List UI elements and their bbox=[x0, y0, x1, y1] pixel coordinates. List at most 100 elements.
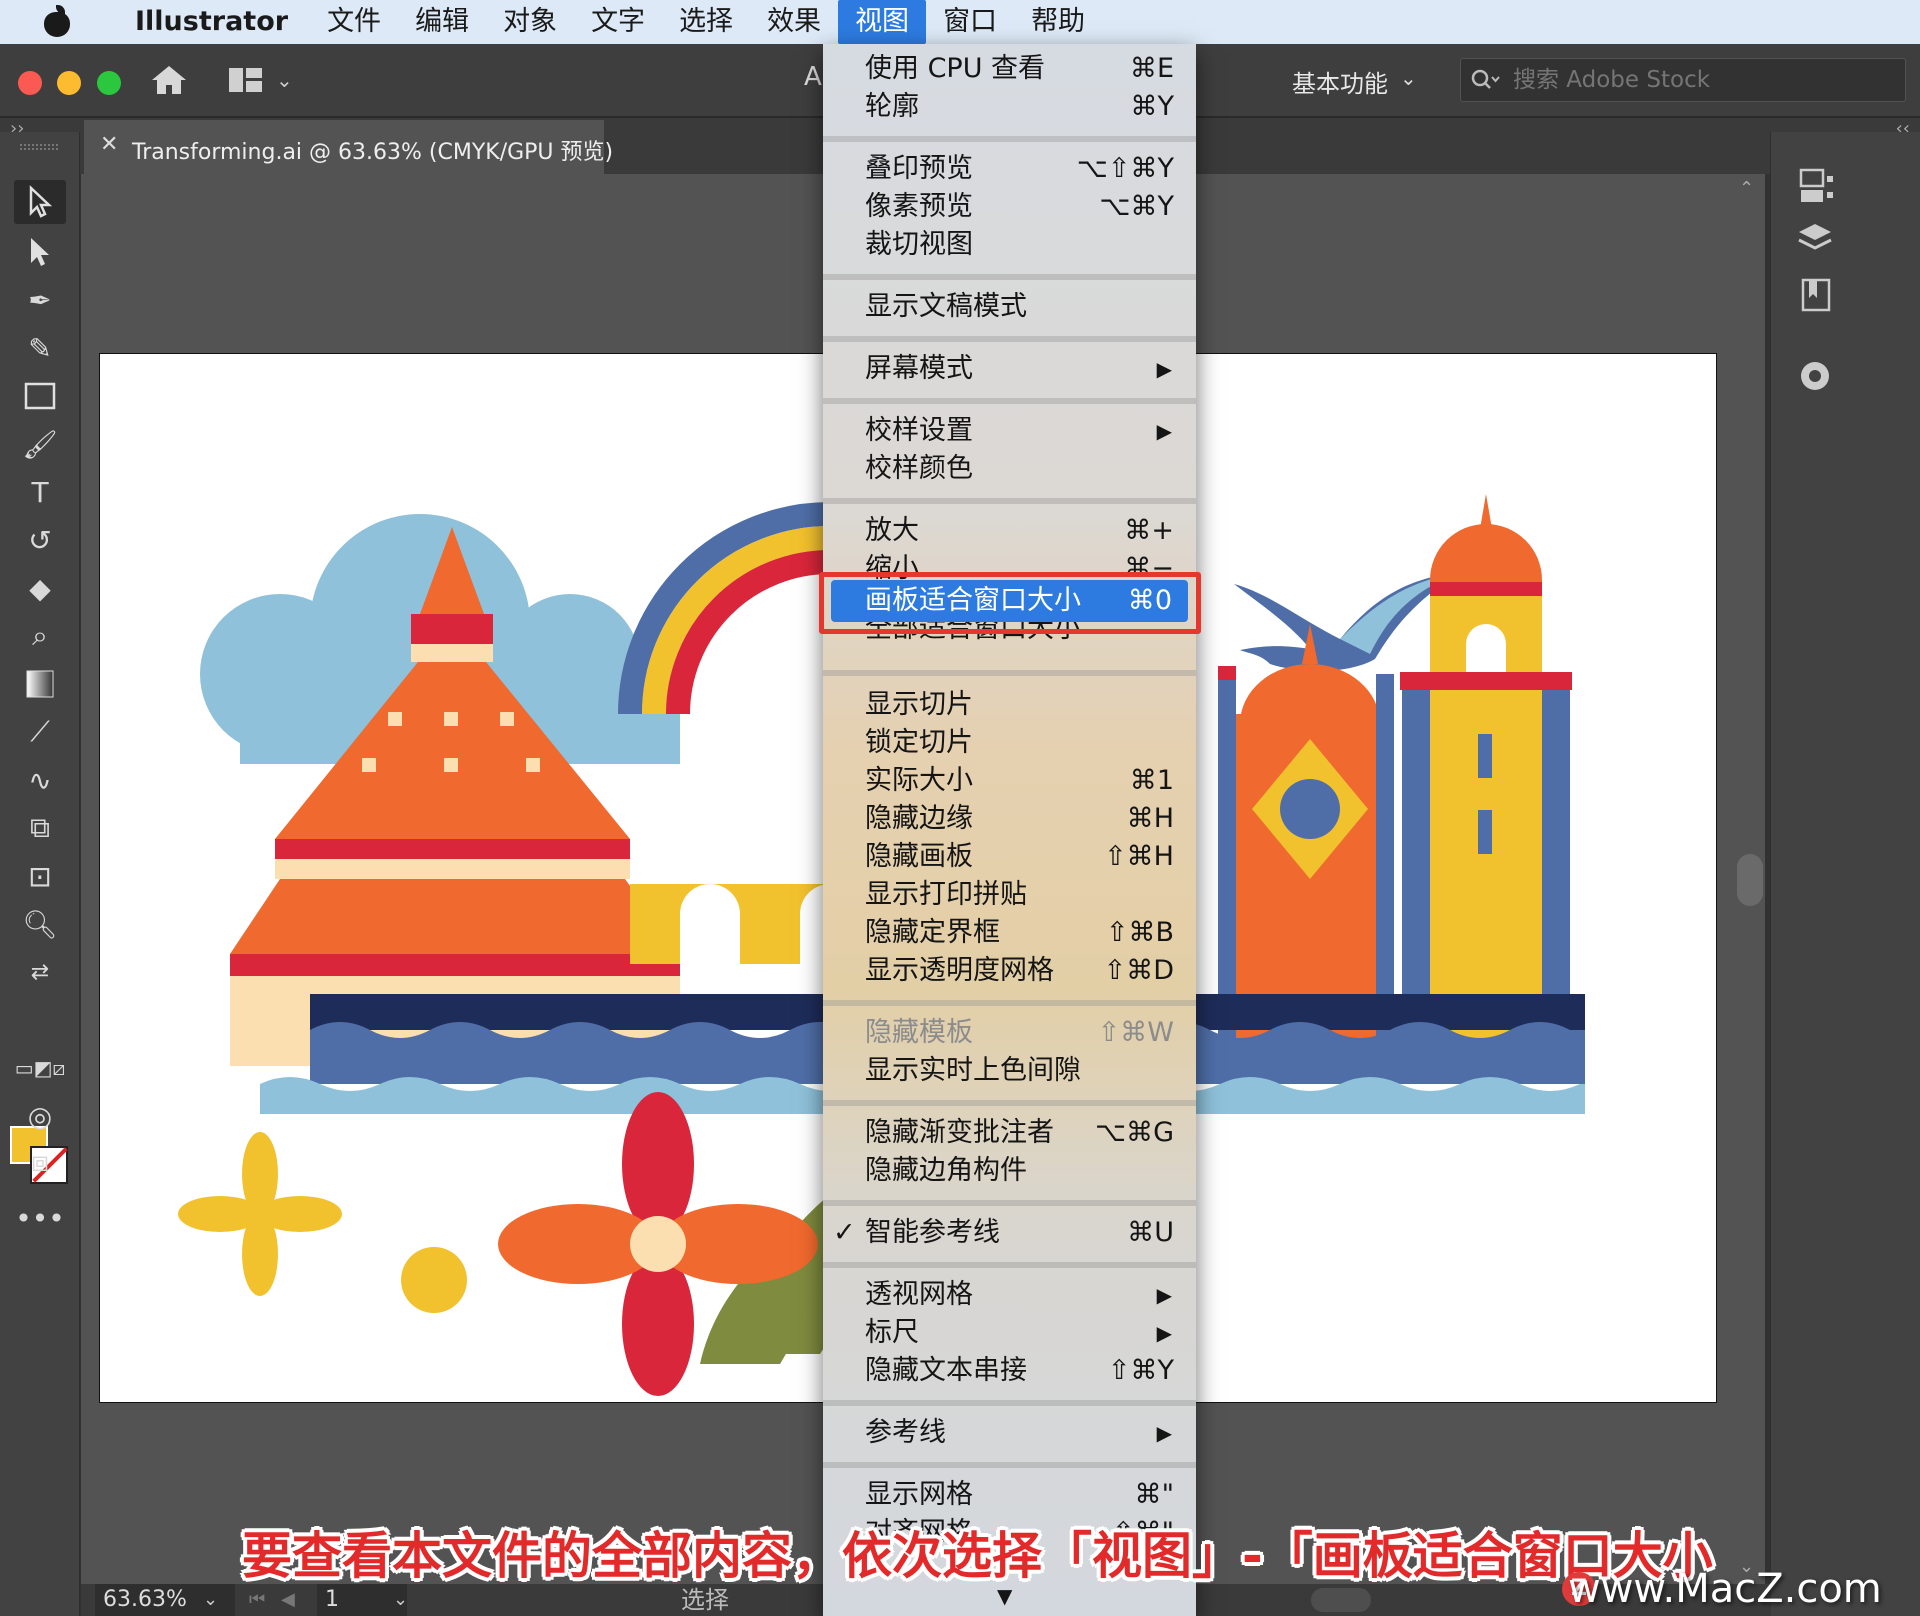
scroll-thumb[interactable] bbox=[1737, 854, 1763, 906]
rectangle-icon[interactable] bbox=[14, 374, 66, 418]
menu-item-hide-bounding-box[interactable]: 隐藏定界框 ⇧⌘B bbox=[823, 914, 1196, 952]
menu-item-outline[interactable]: 轮廓 ⌘Y bbox=[823, 88, 1196, 126]
curvature-icon[interactable]: ✎ bbox=[14, 326, 66, 370]
right-panel-dock bbox=[1770, 132, 1920, 1616]
menu-item-hide-corner-widget[interactable]: 隐藏边角构件 bbox=[823, 1152, 1196, 1190]
menu-item-screen-mode[interactable]: 屏幕模式 ▶ bbox=[823, 350, 1196, 388]
document-tab[interactable]: ✕ Transforming.ai @ 63.63% (CMYK/GPU 预览) bbox=[84, 120, 613, 174]
tutorial-caption: 要查看本文件的全部内容，依次选择「视图」-「画板适合窗口大小 bbox=[242, 1527, 1713, 1585]
menu-separator bbox=[823, 398, 1196, 404]
menu-item-trim-view[interactable]: 裁切视图 bbox=[823, 226, 1196, 264]
menu-type[interactable]: 文字 bbox=[574, 0, 662, 44]
home-icon[interactable] bbox=[150, 64, 188, 96]
menu-edit[interactable]: 编辑 bbox=[398, 0, 486, 44]
menu-item-show-grid[interactable]: 显示网格 ⌘" bbox=[823, 1476, 1196, 1514]
close-icon[interactable]: ✕ bbox=[100, 132, 118, 157]
menu-item-lock-slices[interactable]: 锁定切片 bbox=[823, 724, 1196, 762]
panel-grip[interactable] bbox=[20, 144, 58, 150]
menu-item-guides[interactable]: 参考线 ▶ bbox=[823, 1414, 1196, 1452]
direct-selection-icon[interactable] bbox=[14, 230, 66, 274]
chevron-down-icon[interactable]: ⌄ bbox=[1400, 66, 1417, 90]
menu-item-show-slices[interactable]: 显示切片 bbox=[823, 686, 1196, 724]
screen-mode-icon[interactable]: ⧈ bbox=[14, 1140, 66, 1184]
more-tools-icon[interactable]: ••• bbox=[14, 1196, 66, 1240]
artboard-icon[interactable]: ⊡ bbox=[14, 854, 66, 898]
vertical-scrollbar[interactable]: ⌃ ⌄ bbox=[1735, 174, 1765, 1584]
lasso-icon[interactable]: ⌕ bbox=[14, 614, 66, 658]
submenu-arrow-icon: ▶ bbox=[1156, 1321, 1172, 1345]
menu-item-rulers[interactable]: 标尺 ▶ bbox=[823, 1314, 1196, 1352]
menu-view[interactable]: 视图 bbox=[838, 0, 927, 44]
menu-separator bbox=[823, 274, 1196, 280]
menu-item-presentation-mode[interactable]: 显示文稿模式 bbox=[823, 288, 1196, 326]
menu-item-fit-artboard-in-window[interactable]: 画板适合窗口大小 ⌘0 bbox=[831, 580, 1188, 622]
color-guide-icon[interactable] bbox=[1785, 352, 1845, 400]
menu-item-hide-gradient-annotator[interactable]: 隐藏渐变批注者 ⌥⌘G bbox=[823, 1114, 1196, 1152]
menu-file[interactable]: 文件 bbox=[310, 0, 398, 44]
current-tool-label[interactable]: 选择 bbox=[681, 1584, 729, 1616]
search-input[interactable] bbox=[1513, 65, 1893, 95]
menu-item-show-transparency-grid[interactable]: 显示透明度网格 ⇧⌘D bbox=[823, 952, 1196, 990]
first-page-icon[interactable]: ⏮ bbox=[249, 1584, 265, 1616]
submenu-arrow-icon: ▶ bbox=[1156, 1283, 1172, 1307]
window-close-button[interactable] bbox=[18, 71, 42, 95]
menu-item-actual-size[interactable]: 实际大小 ⌘1 bbox=[823, 762, 1196, 800]
color-mode-icon[interactable]: ▭◩⧄ bbox=[14, 1046, 66, 1090]
menu-item-zoom-in[interactable]: 放大 ⌘+ bbox=[823, 512, 1196, 550]
horizontal-scroll-thumb[interactable] bbox=[1311, 1588, 1371, 1612]
menu-separator bbox=[823, 336, 1196, 342]
window-zoom-button[interactable] bbox=[97, 71, 121, 95]
rotate-icon[interactable]: ↺ bbox=[14, 518, 66, 562]
libraries-icon[interactable] bbox=[1785, 162, 1845, 210]
menu-window[interactable]: 窗口 bbox=[926, 0, 1014, 44]
menu-item-hide-text-threads[interactable]: 隐藏文本串接 ⇧⌘Y bbox=[823, 1352, 1196, 1390]
tools-panel: ✒ ✎ 🖌 T ↺ ◆ ⌕ ⟋ ∿ ⧉ ⊡ 🔍︎ ⇄ ▭◩⧄ ◎ ⧈ ••• bbox=[0, 132, 80, 1616]
gradient-icon[interactable] bbox=[14, 662, 66, 706]
pen-icon[interactable]: ✒ bbox=[14, 278, 66, 322]
workspace-switcher[interactable]: 基本功能 bbox=[1292, 64, 1388, 99]
eraser-icon[interactable]: ◆ bbox=[14, 566, 66, 610]
prev-page-icon[interactable]: ◀ bbox=[281, 1584, 295, 1616]
chevron-down-icon[interactable]: ⌄ bbox=[393, 1584, 408, 1616]
layout-icon[interactable] bbox=[228, 66, 264, 94]
layers-icon[interactable] bbox=[1785, 216, 1845, 264]
menu-separator bbox=[823, 1400, 1196, 1406]
type-icon[interactable]: T bbox=[14, 470, 66, 514]
menu-separator bbox=[823, 670, 1196, 676]
menu-help[interactable]: 帮助 bbox=[1014, 0, 1102, 44]
draw-mode-icon[interactable]: ◎ bbox=[14, 1094, 66, 1138]
zoom-icon[interactable]: 🔍︎ bbox=[14, 902, 66, 946]
menu-select[interactable]: 选择 bbox=[662, 0, 750, 44]
toolbar-title-fragment: A bbox=[804, 62, 822, 92]
menu-effect[interactable]: 效果 bbox=[750, 0, 838, 44]
properties-icon[interactable] bbox=[1785, 272, 1845, 320]
menu-item-perspective-grid[interactable]: 透视网格 ▶ bbox=[823, 1276, 1196, 1314]
menu-item-smart-guides[interactable]: ✓ 智能参考线 ⌘U bbox=[823, 1214, 1196, 1252]
chevron-down-icon[interactable]: ⌄ bbox=[276, 68, 293, 92]
menu-app-name[interactable]: Illustrator bbox=[118, 0, 310, 44]
apple-icon[interactable] bbox=[42, 5, 72, 39]
scroll-up-icon[interactable]: ⌃ bbox=[1739, 178, 1754, 199]
blend-icon[interactable]: ∿ bbox=[14, 758, 66, 802]
menu-object[interactable]: 对象 bbox=[486, 0, 574, 44]
selection-tool-icon[interactable] bbox=[14, 180, 66, 224]
menu-item-pixel-preview[interactable]: 像素预览 ⌥⌘Y bbox=[823, 188, 1196, 226]
search-icon[interactable] bbox=[1471, 68, 1501, 92]
menu-item-proof-setup[interactable]: 校样设置 ▶ bbox=[823, 412, 1196, 450]
menu-item-show-live-paint-gaps[interactable]: 显示实时上色间隙 bbox=[823, 1052, 1196, 1090]
menu-item-show-print-tiling[interactable]: 显示打印拼贴 bbox=[823, 876, 1196, 914]
menu-item-hide-edges[interactable]: 隐藏边缘 ⌘H bbox=[823, 800, 1196, 838]
checkmark-icon: ✓ bbox=[833, 1217, 856, 1248]
menu-item-overprint-preview[interactable]: 叠印预览 ⌥⇧⌘Y bbox=[823, 150, 1196, 188]
menu-item-hide-artboards[interactable]: 隐藏画板 ⇧⌘H bbox=[823, 838, 1196, 876]
brush-icon[interactable]: 🖌 bbox=[14, 422, 66, 466]
chevron-down-icon[interactable]: ⌄ bbox=[203, 1584, 218, 1616]
swap-colors-icon[interactable]: ⇄ bbox=[14, 950, 66, 994]
stock-search[interactable] bbox=[1460, 58, 1906, 102]
window-minimize-button[interactable] bbox=[57, 71, 81, 95]
menu-item-cpu-view[interactable]: 使用 CPU 查看 ⌘E bbox=[823, 50, 1196, 88]
eyedropper-icon[interactable]: ⟋ bbox=[14, 710, 66, 754]
menu-item-proof-colors[interactable]: 校样颜色 bbox=[823, 450, 1196, 488]
shape-builder-icon[interactable]: ⧉ bbox=[14, 806, 66, 850]
menu-bar: Illustrator 文件 编辑 对象 文字 选择 效果 视图 窗口 帮助 bbox=[0, 0, 1920, 44]
